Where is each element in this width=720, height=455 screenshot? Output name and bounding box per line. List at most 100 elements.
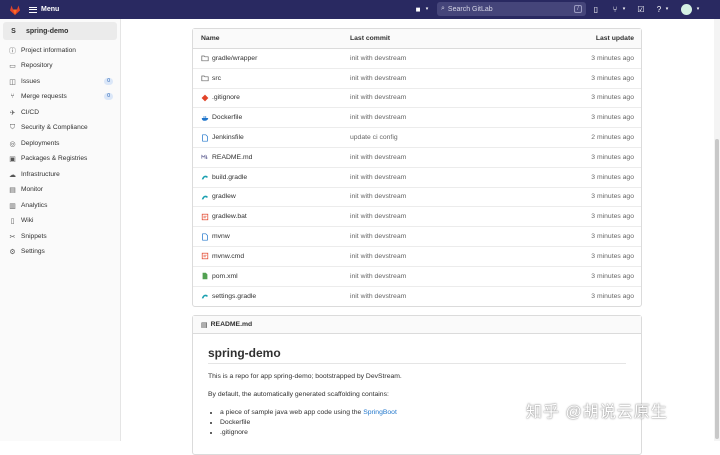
- sidebar-item-monitor[interactable]: ▤ Monitor: [8, 183, 113, 196]
- sidebar-item-label: Repository: [21, 62, 53, 69]
- sidebar-project-header[interactable]: S spring-demo: [3, 22, 117, 40]
- table-row[interactable]: mvnw init with devstream 3 minutes ago: [193, 227, 641, 247]
- list-item: .gitignore: [220, 428, 397, 438]
- sidebar-item-repository[interactable]: ▭ Repository: [8, 59, 113, 72]
- last-commit-message[interactable]: init with devstream: [350, 174, 406, 181]
- sidebar-item-settings[interactable]: ⚙ Settings: [8, 245, 113, 258]
- file-name-cell[interactable]: build.gradle: [201, 173, 247, 181]
- sidebar-item-analytics[interactable]: ▥ Analytics: [8, 199, 113, 212]
- sidebar-item-infrastructure[interactable]: ☁ Infrastructure: [8, 168, 113, 181]
- last-commit-message[interactable]: update ci config: [350, 134, 398, 141]
- file-name-cell[interactable]: .gitignore: [201, 94, 240, 102]
- file-name[interactable]: Jenkinsfile: [212, 134, 244, 141]
- table-row[interactable]: src init with devstream 3 minutes ago: [193, 69, 641, 89]
- gitlab-logo-icon[interactable]: [9, 4, 21, 16]
- sidebar-item-issues[interactable]: ◫ Issues 0: [8, 75, 113, 88]
- readme-divider: [208, 363, 626, 364]
- last-commit-message[interactable]: init with devstream: [350, 114, 406, 121]
- merge-request-icon[interactable]: ⑂: [611, 3, 619, 15]
- page-scrollbar[interactable]: [714, 19, 720, 441]
- file-name[interactable]: mvnw.cmd: [212, 253, 244, 260]
- table-row[interactable]: build.gradle init with devstream 3 minutes…: [193, 168, 641, 188]
- file-name[interactable]: src: [212, 75, 221, 82]
- file-name-cell[interactable]: gradlew: [201, 193, 236, 201]
- last-commit-message[interactable]: init with devstream: [350, 213, 406, 220]
- main-content: Name Last commit Last update gradle/wrap…: [121, 19, 720, 455]
- new-item-icon[interactable]: ■: [413, 3, 423, 15]
- table-row[interactable]: Jenkinsfile update ci config 2 minutes ago: [193, 128, 641, 148]
- sidebar-item-merge-requests[interactable]: ⑂ Merge requests 0: [8, 90, 113, 103]
- file-name-cell[interactable]: gradlew.bat: [201, 213, 247, 221]
- file-name-cell[interactable]: Dockerfile: [201, 114, 242, 122]
- sidebar-item-snippets[interactable]: ✂ Snippets: [8, 230, 113, 243]
- file-name-cell[interactable]: Jenkinsfile: [201, 134, 244, 142]
- sidebar-item-deployments[interactable]: ◎ Deployments: [8, 137, 113, 150]
- last-commit-message[interactable]: init with devstream: [350, 193, 406, 200]
- docker-icon: [201, 114, 209, 122]
- table-row[interactable]: Dockerfile init with devstream 3 minutes a…: [193, 108, 641, 129]
- file-name[interactable]: Dockerfile: [212, 114, 242, 121]
- sidebar-item-security[interactable]: ⛉ Security & Compliance: [8, 121, 113, 134]
- file-name-cell[interactable]: gradle/wrapper: [201, 54, 257, 62]
- file-name[interactable]: mvnw: [212, 233, 230, 240]
- sidebar-item-packages[interactable]: ▣ Packages & Registries: [8, 152, 113, 165]
- file-name[interactable]: gradle/wrapper: [212, 55, 257, 62]
- file-name-cell[interactable]: pom.xml: [201, 272, 238, 280]
- sidebar-item-wiki[interactable]: ▯ Wiki: [8, 214, 113, 227]
- chevron-down-icon[interactable]: ▾: [664, 3, 670, 15]
- sidebar-item-label: Settings: [21, 248, 45, 255]
- file-name[interactable]: .gitignore: [212, 94, 240, 101]
- table-row[interactable]: settings.gradle init with devstream 3 minu…: [193, 287, 641, 307]
- readme-title: spring-demo: [208, 346, 281, 360]
- file-name-cell[interactable]: README.md: [201, 153, 252, 161]
- sidebar-item-label: Snippets: [21, 233, 47, 240]
- last-commit-message[interactable]: init with devstream: [350, 75, 406, 82]
- table-row[interactable]: .gitignore init with devstream 3 minutes a…: [193, 89, 641, 109]
- chevron-down-icon[interactable]: ▾: [695, 3, 701, 15]
- last-commit-message[interactable]: init with devstream: [350, 273, 406, 280]
- sidebar-item-label: Project information: [21, 47, 76, 54]
- help-icon[interactable]: ?: [655, 3, 663, 15]
- table-row[interactable]: gradlew.bat init with devstream 3 minutes …: [193, 207, 641, 228]
- last-commit-message[interactable]: init with devstream: [350, 233, 406, 240]
- table-row[interactable]: gradlew init with devstream 3 minutes ago: [193, 188, 641, 208]
- file-name-cell[interactable]: mvnw.cmd: [201, 252, 244, 260]
- last-commit-message[interactable]: init with devstream: [350, 253, 406, 260]
- file-name[interactable]: README.md: [212, 154, 252, 161]
- scrollbar-thumb[interactable]: [715, 139, 719, 439]
- file-name-cell[interactable]: mvnw: [201, 233, 230, 241]
- last-update-time: 3 minutes ago: [591, 74, 634, 82]
- file-name[interactable]: gradlew: [212, 193, 236, 200]
- issues-icon[interactable]: ▯: [592, 3, 600, 15]
- search-placeholder: Search GitLab: [447, 5, 493, 13]
- file-name-cell[interactable]: src: [201, 74, 221, 82]
- column-header-last-commit: Last commit: [350, 35, 391, 42]
- sidebar-item-project-information[interactable]: ⓘ Project information: [8, 44, 113, 57]
- sidebar-item-ci-cd[interactable]: ✈ CI/CD: [8, 106, 113, 119]
- last-commit-message[interactable]: init with devstream: [350, 94, 406, 101]
- table-row[interactable]: gradle/wrapper init with devstream 3 minut…: [193, 49, 641, 69]
- menu-button[interactable]: Menu: [29, 6, 59, 13]
- last-commit-message[interactable]: init with devstream: [350, 55, 406, 62]
- file-name[interactable]: pom.xml: [212, 273, 238, 280]
- table-row[interactable]: mvnw.cmd init with devstream 3 minutes ago: [193, 247, 641, 267]
- chevron-down-icon[interactable]: ▾: [621, 3, 627, 15]
- chevron-down-icon[interactable]: ▾: [423, 3, 431, 15]
- table-row[interactable]: README.md init with devstream 3 minutes ag…: [193, 148, 641, 168]
- todo-icon[interactable]: ☑: [637, 3, 645, 15]
- last-commit-message[interactable]: init with devstream: [350, 154, 406, 161]
- sidebar-item-label: Analytics: [21, 202, 48, 209]
- file-name[interactable]: build.gradle: [212, 174, 247, 181]
- springboot-link[interactable]: SpringBoot: [363, 409, 397, 416]
- table-row[interactable]: pom.xml init with devstream 3 minutes ago: [193, 267, 641, 287]
- chart-icon: ▥: [9, 202, 16, 210]
- file-name-cell[interactable]: settings.gradle: [201, 292, 256, 300]
- search-input[interactable]: ⌕ Search GitLab /: [437, 2, 586, 16]
- avatar[interactable]: [681, 4, 692, 15]
- last-commit-message[interactable]: init with devstream: [350, 293, 406, 300]
- menu-label: Menu: [41, 6, 60, 13]
- issues-count-badge: 0: [104, 78, 113, 85]
- readme-filename[interactable]: README.md: [211, 321, 253, 328]
- file-name[interactable]: gradlew.bat: [212, 213, 247, 220]
- file-name[interactable]: settings.gradle: [212, 293, 256, 300]
